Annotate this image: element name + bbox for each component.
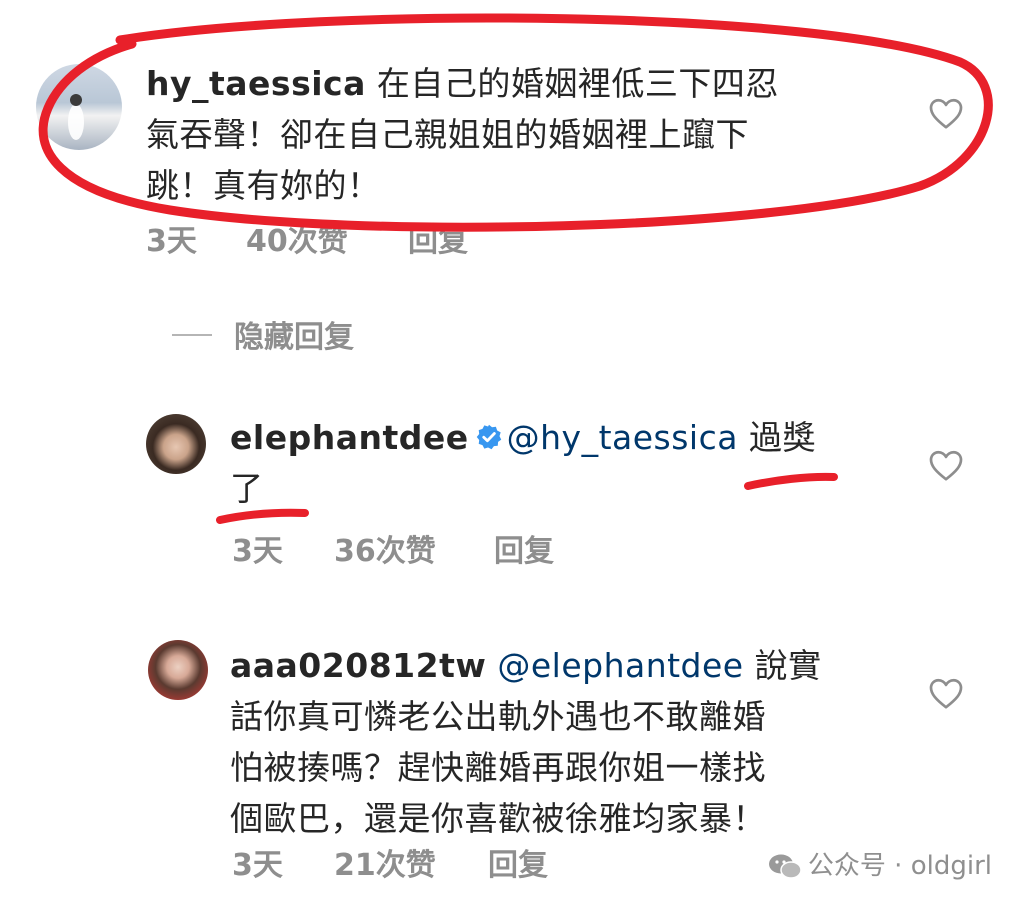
wechat-icon: [768, 854, 802, 879]
verified-badge-icon: [476, 424, 501, 449]
comment-username[interactable]: aaa020812tw: [230, 646, 486, 685]
watermark-text: 公众号 · oldgirl: [807, 851, 992, 881]
divider: [172, 334, 212, 336]
mention-link[interactable]: @elephantdee: [497, 646, 743, 685]
comment-text: elephantdee @hy_taessica 過獎 了: [230, 412, 870, 514]
comment-likes[interactable]: 36次赞: [334, 526, 436, 570]
avatar[interactable]: [36, 64, 122, 150]
comment-likes[interactable]: 21次赞: [334, 840, 436, 884]
heart-icon[interactable]: [928, 676, 964, 710]
hide-replies-label[interactable]: 隐藏回复: [234, 312, 354, 356]
comment-text-line-1: 在自己的婚姻裡低三下四忍: [365, 64, 779, 103]
avatar[interactable]: [146, 414, 206, 474]
comment-elephantdee: elephantdee @hy_taessica 過獎 了 3天 36次赞 回复: [0, 400, 1024, 580]
comment-text-line-2: 了: [230, 469, 264, 508]
comment-username[interactable]: elephantdee: [230, 418, 469, 457]
heart-icon[interactable]: [928, 96, 964, 130]
comment-time: 3天: [146, 224, 197, 259]
comment-hy-taessica: hy_taessica 在自己的婚姻裡低三下四忍 氣吞聲！卻在自己親姐姐的婚姻裡…: [0, 0, 1024, 300]
comment-text-line-3: 怕被揍嗎？趕快離婚再跟你姐一樣找: [230, 748, 766, 787]
comment-text-line-2: 話你真可憐老公出軌外遇也不敢離婚: [230, 697, 766, 736]
comment-meta: 3天 21次赞 回复: [232, 840, 732, 883]
watermark: 公众号 · oldgirl: [768, 845, 992, 885]
reply-button[interactable]: 回复: [408, 216, 468, 260]
avatar-photo: [68, 94, 84, 140]
comment-likes[interactable]: 40次赞: [246, 216, 348, 260]
comment-aaa020812tw: aaa020812tw @elephantdee 說實 話你真可憐老公出軌外遇也…: [0, 620, 1024, 883]
comment-time: 3天: [232, 534, 283, 569]
mention-link[interactable]: @hy_taessica: [507, 418, 738, 457]
comment-text-line-1: 說實: [743, 646, 822, 685]
avatar[interactable]: [148, 640, 208, 700]
comment-meta: 3天 36次赞 回复: [232, 526, 732, 569]
comment-text-line-2: 氣吞聲！卻在自己親姐姐的婚姻裡上躥下: [146, 115, 749, 154]
comment-text: aaa020812tw @elephantdee 說實 話你真可憐老公出軌外遇也…: [230, 640, 870, 844]
reply-button[interactable]: 回复: [488, 840, 548, 884]
heart-icon[interactable]: [928, 448, 964, 482]
comment-text-line-4: 個歐巴，還是你喜歡被徐雅均家暴！: [230, 799, 766, 838]
comment-meta: 3天 40次赞 回复: [146, 216, 646, 259]
comment-time: 3天: [232, 848, 283, 883]
comment-text: hy_taessica 在自己的婚姻裡低三下四忍 氣吞聲！卻在自己親姐姐的婚姻裡…: [146, 58, 916, 211]
comment-text-line-1: 過獎: [737, 418, 816, 457]
comment-text-line-3: 跳！真有妳的！: [146, 166, 381, 205]
comment-username[interactable]: hy_taessica: [146, 64, 366, 103]
reply-button[interactable]: 回复: [494, 526, 554, 570]
